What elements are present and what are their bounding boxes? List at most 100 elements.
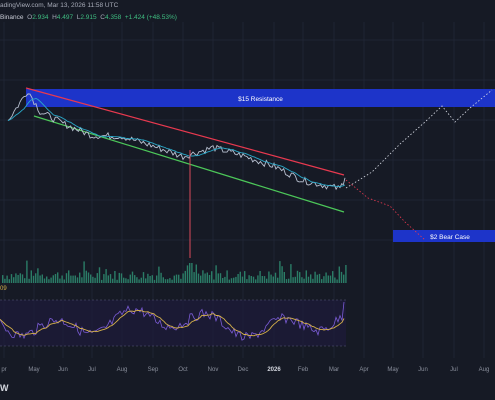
volume-bar bbox=[17, 275, 19, 283]
volume-bar bbox=[233, 277, 235, 283]
volume-bar bbox=[52, 275, 54, 283]
price-series bbox=[7, 93, 346, 258]
volume-bar bbox=[87, 272, 90, 283]
x-tick-label-12: Apr bbox=[359, 367, 368, 373]
volume-bar bbox=[96, 273, 98, 283]
volume-bar bbox=[6, 275, 8, 283]
volume-bar bbox=[72, 275, 74, 283]
volume-bar bbox=[83, 261, 85, 283]
volume-bar bbox=[140, 277, 142, 283]
volume-bar bbox=[37, 268, 39, 283]
volume-bar bbox=[248, 275, 250, 283]
volume-bar bbox=[208, 275, 211, 283]
lower-trendline bbox=[33, 115, 345, 213]
volume-bar bbox=[107, 275, 109, 283]
volume-bar bbox=[43, 278, 46, 283]
x-tick-label-13: May bbox=[387, 367, 398, 373]
volume-bar bbox=[149, 276, 151, 283]
volume-bar bbox=[118, 272, 120, 283]
volume-bar bbox=[327, 275, 329, 283]
volume-bar bbox=[244, 271, 246, 283]
volume-bar bbox=[57, 272, 59, 283]
volume-bar bbox=[8, 279, 10, 283]
volume-bar bbox=[202, 270, 204, 283]
volume-bar bbox=[2, 275, 4, 283]
volume-bar bbox=[138, 279, 140, 283]
volume-bar bbox=[48, 279, 50, 283]
volume-bar bbox=[321, 279, 323, 283]
x-tick-label-3: Jul bbox=[88, 367, 96, 373]
x-tick-label-16: Aug bbox=[479, 367, 490, 373]
volume-bar bbox=[41, 274, 43, 283]
volume-bar bbox=[4, 278, 6, 283]
annotation-label-1: $2 Bear Case bbox=[430, 234, 470, 241]
rsi-indicator-label: 09 bbox=[0, 286, 7, 292]
volume-bar bbox=[46, 276, 48, 283]
volume-bar bbox=[224, 276, 226, 283]
volume-bar bbox=[263, 276, 266, 283]
volume-bar bbox=[76, 277, 79, 283]
volume-bar bbox=[345, 265, 347, 283]
volume-bar bbox=[237, 274, 239, 283]
volume-bar bbox=[59, 278, 61, 283]
volume-bar bbox=[305, 270, 307, 283]
price-chart[interactable]: $15 Resistance $2 Bear Case pr May Jun Jul Au… bbox=[0, 0, 495, 400]
volume-bar bbox=[303, 278, 305, 283]
volume-bar bbox=[85, 270, 87, 283]
volume-bar bbox=[257, 275, 259, 283]
brand-logo-text: W bbox=[0, 383, 9, 393]
x-tick-label-10: Feb bbox=[298, 367, 309, 373]
volume-bar bbox=[35, 273, 37, 283]
volume-bar bbox=[101, 279, 103, 283]
volume-bar bbox=[28, 278, 30, 283]
x-tick-label-2: Jun bbox=[58, 367, 68, 373]
volume-bar bbox=[314, 271, 316, 283]
volume-bar bbox=[325, 272, 327, 283]
volume-bar bbox=[301, 277, 303, 283]
x-tick-label-8: Dec bbox=[238, 367, 249, 373]
volume-bar bbox=[219, 273, 222, 283]
volume-bar bbox=[178, 274, 180, 283]
volume-bar bbox=[193, 272, 195, 283]
volume-bar bbox=[169, 278, 171, 283]
volume-bar bbox=[235, 276, 237, 283]
volume-bar bbox=[323, 276, 325, 283]
volume-bar bbox=[70, 275, 72, 283]
volume-bar bbox=[299, 272, 301, 283]
rsi-panel bbox=[0, 299, 346, 347]
volume-bar bbox=[241, 276, 244, 283]
volume-bar bbox=[136, 277, 138, 283]
volume-bar bbox=[173, 275, 175, 283]
volume-bar bbox=[283, 272, 285, 283]
volume-bar bbox=[125, 278, 127, 283]
volume-bar bbox=[63, 279, 65, 283]
volume-bar bbox=[279, 261, 281, 283]
volume-bar bbox=[32, 275, 35, 283]
volume-bar bbox=[294, 276, 296, 283]
volume-bar bbox=[151, 275, 153, 283]
volume-bar bbox=[19, 273, 21, 283]
volume-bar bbox=[200, 275, 202, 283]
volume-bar bbox=[114, 271, 116, 283]
volume-bars bbox=[2, 260, 347, 283]
volume-bar bbox=[160, 272, 162, 283]
volume-bar bbox=[39, 275, 41, 283]
volume-bar bbox=[145, 278, 147, 283]
x-tick-label-4: Aug bbox=[117, 367, 128, 373]
price-line bbox=[7, 93, 346, 191]
volume-bar bbox=[105, 269, 107, 283]
volume-bar bbox=[134, 275, 136, 283]
volume-bar bbox=[24, 278, 26, 283]
volume-bar bbox=[171, 279, 173, 283]
volume-bar bbox=[215, 265, 217, 283]
volume-bar bbox=[54, 274, 57, 283]
volume-bar bbox=[336, 279, 338, 283]
volume-bar bbox=[65, 273, 68, 283]
volume-bar bbox=[147, 273, 149, 283]
volume-bar bbox=[226, 270, 228, 283]
annotation-boxes: $15 Resistance $2 Bear Case bbox=[26, 89, 495, 242]
volume-bar bbox=[222, 278, 224, 283]
volume-bar bbox=[206, 272, 208, 283]
volume-bar bbox=[164, 279, 167, 283]
x-tick-label-15: Jul bbox=[450, 367, 458, 373]
